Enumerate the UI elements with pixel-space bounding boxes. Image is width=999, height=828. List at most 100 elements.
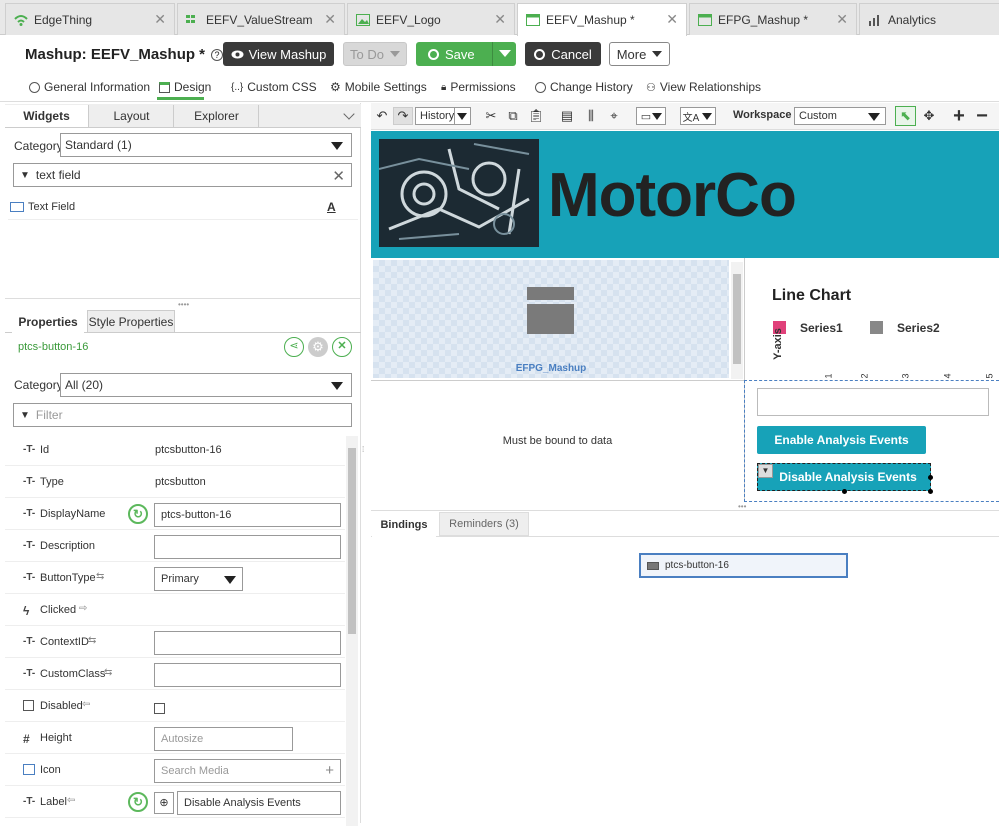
clear-icon[interactable]: ✕ [332,167,345,185]
tab-style-properties[interactable]: Style Properties [87,310,175,333]
widget-menu-icon[interactable]: ▼ [758,464,773,478]
save-button[interactable]: Save [416,42,516,66]
plus-icon[interactable]: + [325,762,334,779]
close-icon[interactable]: ✕ [494,12,506,26]
todo-button[interactable]: To Do [343,42,407,66]
align-icon[interactable]: ▤ [560,107,574,125]
subnav-view-relationships[interactable]: ⚇ View Relationships [646,80,761,94]
text-type-icon: -T- [23,572,36,583]
cancel-button[interactable]: Cancel [525,42,601,66]
tab-explorer[interactable]: Explorer [175,105,259,127]
buttontype-select[interactable]: Primary [154,567,243,591]
tab-edgething[interactable]: EdgeThing ✕ [5,3,175,35]
logo-text: MotorCo [548,161,797,230]
lock-icon: 🔒︎ [441,81,447,93]
height-input[interactable]: Autosize [154,727,293,751]
paste-icon[interactable]: 📋︎ [528,107,545,125]
scrollbar[interactable] [731,262,743,379]
scrollbar-thumb[interactable] [348,448,356,634]
displayname-input[interactable]: ptcs-button-16 [154,503,341,527]
divider [371,380,744,381]
globe-icon[interactable]: ⊕ [154,792,174,814]
divider [492,42,493,66]
widget-list-item[interactable]: Text Field A [8,200,358,220]
more-button[interactable]: More [609,42,670,66]
x-tick-label: 1 [823,373,834,379]
label-input[interactable]: Disable Analysis Events [177,791,341,815]
text-field-input[interactable] [757,388,989,416]
property-row-contextid: -T- ContextID ⇆ [5,626,345,658]
binding-node[interactable]: ptcs-button-16 [639,553,848,578]
close-icon[interactable]: ✕ [324,12,336,26]
customclass-input[interactable] [154,663,341,687]
scrollbar[interactable] [346,436,358,826]
text-field-icon [10,202,24,212]
subnav-mobile-settings[interactable]: ⚙ Mobile Settings [330,80,427,94]
property-filter-input[interactable]: ▼ Filter [13,403,352,427]
tab-eefv-logo[interactable]: EEFV_Logo ✕ [347,3,515,35]
share-icon[interactable]: ⋖ [284,337,304,357]
gear-icon[interactable]: ⚙ [308,337,328,357]
tab-eefv-valuestream[interactable]: EEFV_ValueStream ✕ [177,3,345,35]
tab-bindings[interactable]: Bindings [372,512,436,537]
zoom-out-icon[interactable]: − [973,105,991,127]
close-icon[interactable]: ✕ [332,337,352,357]
reset-icon[interactable]: ↻ [128,792,148,812]
property-category-label: Category [14,378,63,392]
distribute-icon[interactable]: ⫼ [584,107,598,125]
disable-analysis-button[interactable]: Disable Analysis Events [757,463,931,491]
localization-select[interactable]: 文A [680,107,716,125]
tab-analytics[interactable]: Analytics [859,3,999,35]
subnav-custom-css[interactable]: {..} Custom CSS [231,80,317,94]
center-icon[interactable]: ⌖ [606,107,622,125]
copy-icon[interactable]: ⧉ [506,107,520,125]
subnav-change-history[interactable]: Change History [535,80,633,94]
undo-icon[interactable]: ↶ [375,107,389,125]
cut-icon[interactable]: ✂ [484,107,498,125]
tab-efpg-mashup[interactable]: EFPG_Mashup * ✕ [689,3,857,35]
history-select[interactable]: History [415,107,471,125]
icon-media-input[interactable]: Search Media + [154,759,341,783]
property-row-buttontype: -T- ButtonType ⇆ Primary [5,562,345,594]
tab-label: EEFV_Logo [376,12,441,27]
text-type-icon: -T- [23,476,36,487]
widget-search-input[interactable]: ▼ text field ✕ [13,163,352,187]
splitter-handle-icon[interactable]: ⁞ [362,445,368,465]
close-icon[interactable]: ✕ [154,12,166,26]
move-tool-icon[interactable]: ✥ [921,107,937,125]
tab-widgets[interactable]: Widgets [5,105,89,127]
tab-eefv-mashup[interactable]: EEFV_Mashup * ✕ [517,3,687,36]
resize-handle-icon[interactable] [928,475,933,480]
resize-handle-icon[interactable]: •••• [178,300,189,309]
description-input[interactable] [154,535,341,559]
zoom-in-icon[interactable]: + [950,105,968,127]
subnav-permissions[interactable]: 🔒︎ Permissions [441,80,516,94]
enable-analysis-button[interactable]: Enable Analysis Events [757,426,926,454]
layout-select[interactable]: ▭ [636,107,666,125]
tab-properties[interactable]: Properties [12,310,84,333]
category-select[interactable]: Standard (1) [60,133,352,157]
property-category-select[interactable]: All (20) [60,373,352,397]
disabled-checkbox[interactable] [154,703,165,714]
help-icon[interactable]: ? [211,49,224,61]
select-tool-icon[interactable]: ⬉ [895,106,916,126]
resize-handle-icon[interactable] [842,489,847,494]
tab-layout[interactable]: Layout [90,105,174,127]
design-icon [159,81,170,93]
subnav-design[interactable]: Design [159,80,211,94]
contextid-input[interactable] [154,631,341,655]
chevron-down-icon [389,51,400,57]
close-icon[interactable]: ✕ [836,12,848,26]
reset-icon[interactable]: ↻ [128,504,148,524]
chevron-down-icon [702,113,712,120]
y-axis-label: Y-axis [772,328,784,360]
close-icon[interactable]: ✕ [666,12,678,26]
redo-icon[interactable]: ↷ [393,107,413,125]
workspace-select[interactable]: Custom [794,107,886,125]
scrollbar-thumb[interactable] [733,274,741,364]
view-mashup-button[interactable]: View Mashup [223,42,334,66]
tab-reminders[interactable]: Reminders (3) [439,512,529,536]
resize-handle-icon[interactable] [928,489,933,494]
chevron-down-icon[interactable] [499,50,511,57]
subnav-general-information[interactable]: General Information [29,80,150,94]
